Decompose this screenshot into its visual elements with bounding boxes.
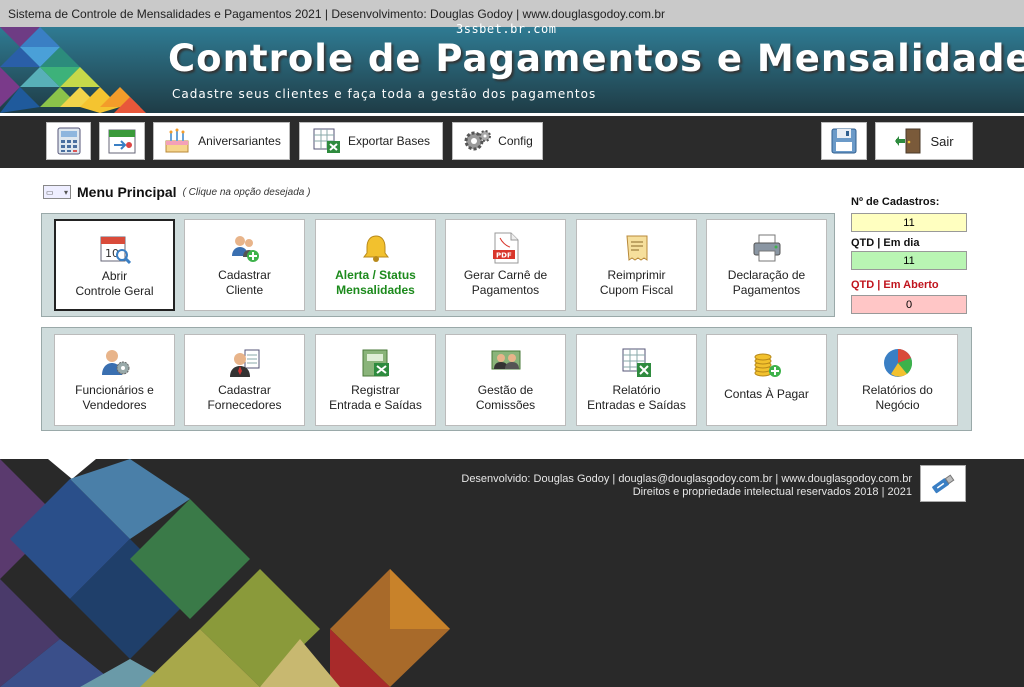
printer-icon — [753, 234, 780, 262]
pie-chart-icon — [883, 349, 912, 377]
exit-label: Sair — [930, 133, 954, 149]
calculator-button[interactable] — [46, 122, 91, 160]
floppy-disk-icon — [831, 128, 857, 154]
generate-booklet-button[interactable]: PDF Gerar Carnê de Pagamentos — [445, 219, 566, 311]
register-cashflow-button[interactable]: Registrar Entrada e Saídas — [315, 334, 436, 426]
exit-door-icon — [895, 128, 921, 154]
birthdays-button[interactable]: Aniversariantes — [153, 122, 290, 160]
export-bases-label: Exportar Bases — [347, 134, 431, 148]
card-label: Registrar Entrada e Saídas — [329, 383, 422, 412]
birthdays-label: Aniversariantes — [198, 134, 281, 148]
card-label: Contas À Pagar — [724, 387, 809, 401]
page-icon: ▭ — [46, 187, 54, 197]
menu-hint: ( Clique na opção desejada ) — [182, 186, 311, 198]
commission-management-button[interactable]: Gestão de Comissões — [445, 334, 566, 426]
business-reports-button[interactable]: Relatórios do Negócio — [837, 334, 958, 426]
menu-title: Menu Principal — [77, 184, 177, 200]
supplier-icon — [229, 349, 259, 377]
toolbar: Aniversariantes Exportar Bases Config Sa… — [0, 113, 1024, 172]
exit-button[interactable]: Sair — [875, 122, 973, 160]
register-client-button[interactable]: Cadastrar Cliente — [184, 219, 305, 311]
open-general-control-button[interactable]: 10 Abrir Controle Geral — [54, 219, 175, 311]
card-label: Reimprimir Cupom Fiscal — [599, 268, 674, 297]
app-title: Controle de Pagamentos e Mensalidades — [168, 37, 1024, 80]
config-button[interactable]: Config — [452, 122, 543, 160]
calendar-search-icon: 10 — [100, 236, 131, 265]
card-label: Relatórios do Negócio — [862, 383, 933, 412]
ok-value: 11 — [851, 251, 967, 270]
card-label: Abrir Controle Geral — [75, 269, 154, 298]
alert-status-button[interactable]: Alerta / Status Mensalidades — [315, 219, 436, 311]
accounts-payable-button[interactable]: Contas À Pagar — [706, 334, 827, 426]
reprint-receipt-button[interactable]: Reimprimir Cupom Fiscal — [576, 219, 697, 311]
footer: Desenvolvido: Douglas Godoy | douglas@do… — [0, 459, 1024, 687]
app-subtitle: Cadastre seus clientes e faça toda a ges… — [172, 87, 597, 101]
ok-label: QTD | Em dia — [851, 237, 920, 249]
register-suppliers-button[interactable]: Cadastrar Fornecedores — [184, 334, 305, 426]
card-label: Cadastrar Cliente — [218, 268, 271, 297]
footer-line2: Direitos e propriedade intelectual reser… — [632, 486, 912, 498]
card-label: Cadastrar Fornecedores — [207, 383, 282, 412]
bell-icon — [362, 235, 389, 262]
coins-icon — [754, 353, 781, 377]
chevron-down-icon: ▾ — [63, 187, 68, 197]
export-bases-button[interactable]: Exportar Bases — [299, 122, 443, 160]
commission-icon — [491, 350, 520, 370]
calculator-icon — [57, 127, 80, 155]
config-label: Config — [498, 134, 533, 148]
open-value: 0 — [851, 295, 967, 314]
cash-register-icon — [362, 349, 389, 377]
total-value: 11 — [851, 213, 967, 232]
menu-dropdown[interactable]: ▭ ▾ — [43, 185, 71, 199]
receipt-icon — [625, 235, 647, 261]
spreadsheet-export-icon — [313, 128, 340, 153]
svg-text:PDF: PDF — [496, 252, 512, 260]
card-label: Gerar Carnê de Pagamentos — [463, 268, 548, 297]
mosaic-decoration — [0, 459, 450, 687]
footer-line1: Desenvolvido: Douglas Godoy | douglas@do… — [461, 473, 912, 485]
mosaic-logo — [0, 27, 146, 113]
open-label: QTD | Em Aberto — [851, 279, 939, 291]
usb-button[interactable] — [920, 465, 966, 502]
gear-icon — [464, 130, 492, 151]
card-label: Declaração de Pagamentos — [727, 268, 806, 297]
users-add-icon — [231, 236, 259, 262]
card-label: Relatório Entradas e Saídas — [587, 383, 686, 412]
card-label: Funcionários e Vendedores — [75, 383, 154, 412]
card-label: Alerta / Status Mensalidades — [335, 268, 416, 297]
staff-sellers-button[interactable]: Funcionários e Vendedores — [54, 334, 175, 426]
spreadsheet-icon — [622, 348, 651, 377]
footer-credits: Desenvolvido: Douglas Godoy | douglas@do… — [461, 473, 912, 499]
card-label: Gestão de Comissões — [475, 383, 536, 412]
menu-header: ▭ ▾ Menu Principal ( Clique na opção dese… — [43, 184, 310, 200]
calendar-export-icon — [108, 129, 136, 154]
save-button[interactable] — [821, 122, 867, 160]
header-banner: Controle de Pagamentos e Mensalidades Ca… — [0, 27, 1024, 113]
total-label: Nº de Cadastros: — [851, 196, 940, 208]
payment-declaration-button[interactable]: Declaração de Pagamentos — [706, 219, 827, 311]
watermark-text: 3ssbet.br.com — [456, 22, 557, 36]
birthday-cake-icon — [165, 128, 189, 153]
cashflow-report-button[interactable]: Relatório Entradas e Saídas — [576, 334, 697, 426]
staff-icon — [101, 350, 129, 375]
pdf-icon: PDF — [492, 232, 518, 264]
usb-icon — [932, 474, 955, 493]
stats-panel: Nº de Cadastros: 11 QTD | Em dia 11 QTD … — [851, 196, 967, 319]
calendar-export-button[interactable] — [99, 122, 145, 160]
